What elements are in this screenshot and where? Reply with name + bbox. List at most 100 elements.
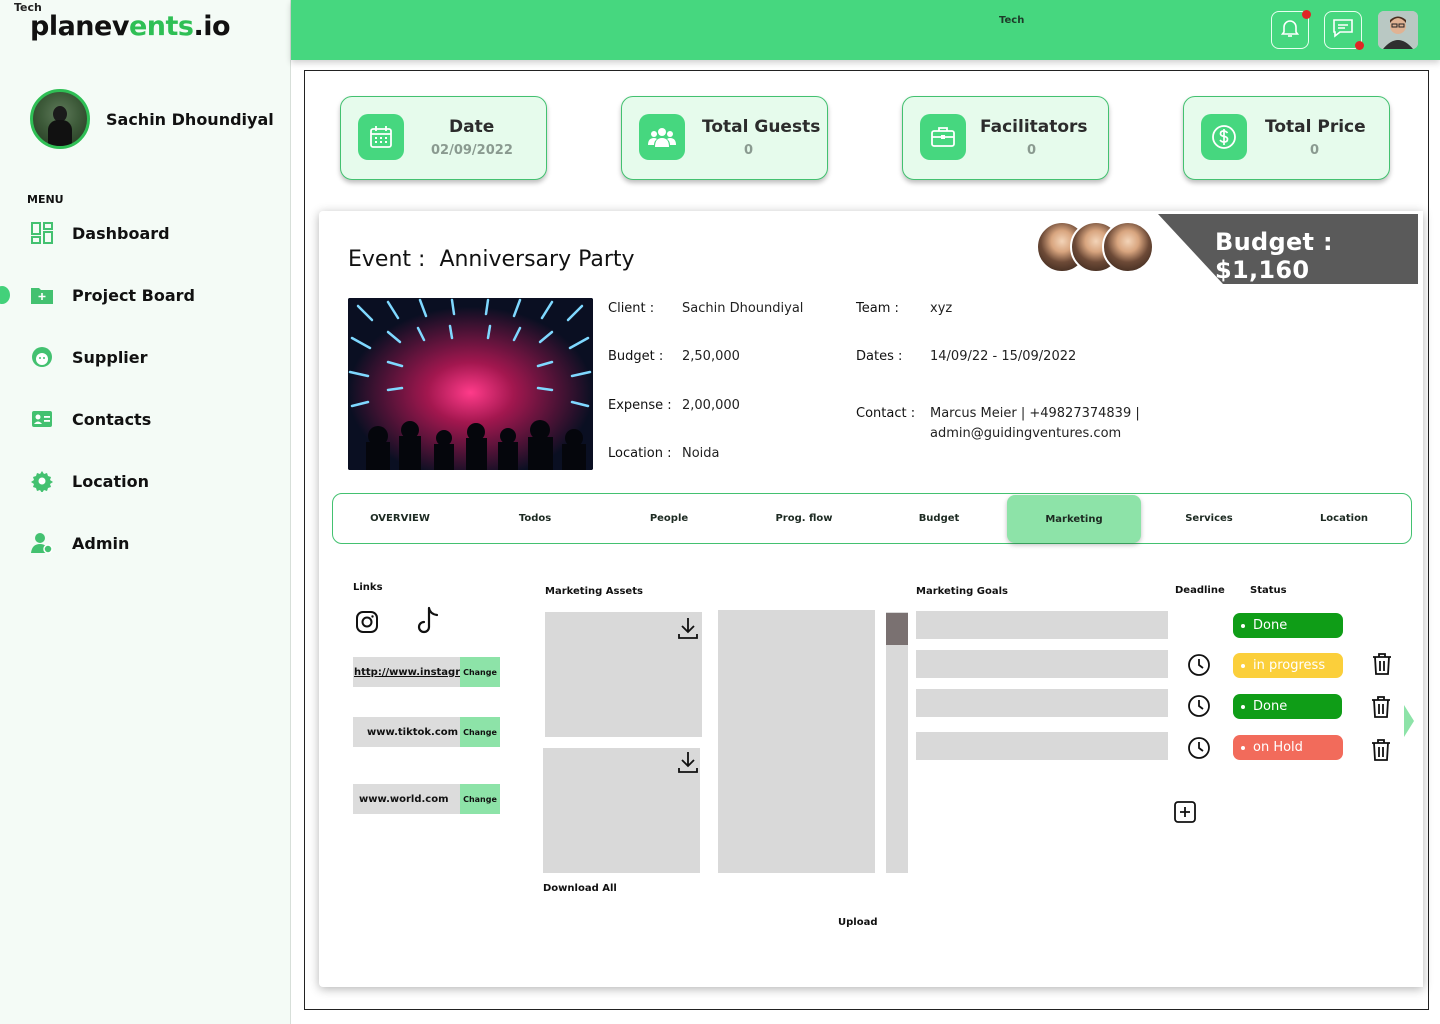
link-row-instagram: http://www.instagra Change: [353, 657, 500, 687]
team-label: Team :: [856, 301, 899, 316]
message-icon: [1332, 18, 1354, 42]
clock-icon[interactable]: [1186, 652, 1212, 678]
instagram-icon[interactable]: [354, 609, 380, 635]
dates-value: 14/09/22 - 15/09/2022: [930, 349, 1077, 364]
add-goal-button[interactable]: [1172, 799, 1197, 824]
sidebar-item-label: Supplier: [72, 347, 148, 367]
expense-value: 2,00,000: [682, 398, 740, 413]
contact-label: Contact :: [856, 406, 916, 421]
trash-icon[interactable]: [1370, 651, 1394, 677]
stat-title: Total Guests: [702, 117, 821, 137]
sidebar-item-supplier[interactable]: Supplier: [30, 343, 280, 371]
active-nav-marker: [0, 286, 10, 304]
sidebar-item-label: Contacts: [72, 409, 152, 429]
download-icon[interactable]: [676, 615, 700, 641]
contact-line-2: admin@guidingventures.com: [930, 426, 1122, 441]
link-url[interactable]: www.tiktok.com: [353, 717, 458, 747]
marketing-assets-label: Marketing Assets: [545, 586, 643, 597]
dates-label: Dates :: [856, 349, 903, 364]
trash-icon[interactable]: [1369, 737, 1393, 763]
expense-label: Expense :: [608, 398, 672, 413]
menu-title: MENU: [27, 193, 64, 206]
tab-prog-flow[interactable]: Prog. flow: [737, 494, 871, 542]
sidebar-item-location[interactable]: Location: [30, 467, 280, 495]
contact-card-icon: [30, 407, 54, 431]
tab-overview[interactable]: OVERVIEW: [333, 494, 467, 542]
team-member-avatar[interactable]: [1102, 221, 1154, 273]
stat-title: Facilitators: [980, 117, 1088, 137]
goal-input[interactable]: [916, 732, 1168, 760]
change-link-button[interactable]: Change: [460, 784, 500, 814]
sidebar-item-label: Location: [72, 471, 149, 491]
profile-avatar[interactable]: [30, 89, 90, 149]
goal-input[interactable]: [916, 689, 1168, 717]
sidebar-item-dashboard[interactable]: Dashboard: [30, 219, 280, 247]
link-url[interactable]: www.world.com: [353, 784, 449, 814]
stat-title: Total Price: [1265, 117, 1366, 137]
status-badge[interactable]: on Hold: [1233, 735, 1343, 760]
tab-services[interactable]: Services: [1142, 494, 1276, 542]
download-icon[interactable]: [676, 749, 700, 775]
sidebar-item-project-board[interactable]: Project Board: [30, 281, 280, 309]
stat-card-total-guests[interactable]: Total Guests 0: [621, 96, 828, 180]
sidebar-item-contacts[interactable]: Contacts: [30, 405, 280, 433]
status-badge[interactable]: Done: [1233, 694, 1342, 719]
stat-value: 0: [1027, 143, 1037, 158]
sidebar-item-label: Admin: [72, 533, 130, 553]
dollar-icon: [1201, 114, 1247, 160]
team-value: xyz: [930, 301, 953, 316]
upload-button[interactable]: Upload: [838, 917, 877, 928]
message-dot: [1355, 41, 1364, 50]
tab-budget[interactable]: Budget: [872, 494, 1006, 542]
stat-value: 0: [1310, 143, 1320, 158]
upload-dropzone[interactable]: [718, 610, 875, 873]
status-badge[interactable]: in progress: [1233, 653, 1343, 678]
stat-card-date[interactable]: Date 02/09/2022: [340, 96, 547, 180]
clock-icon[interactable]: [1186, 693, 1212, 719]
user-avatar[interactable]: [1378, 11, 1418, 49]
tab-todos[interactable]: Todos: [468, 494, 602, 542]
clock-icon[interactable]: [1186, 735, 1212, 761]
calendar-icon: [358, 114, 404, 160]
event-title: Event : Anniversary Party: [348, 247, 635, 272]
stat-card-total-price[interactable]: Total Price 0: [1183, 96, 1390, 180]
briefcase-icon: [920, 114, 966, 160]
goal-input[interactable]: [916, 611, 1168, 639]
notification-dot: [1302, 10, 1311, 19]
trash-icon[interactable]: [1369, 694, 1393, 720]
tiktok-icon[interactable]: [412, 605, 444, 639]
event-image: [348, 298, 593, 470]
marketing-goals-label: Marketing Goals: [916, 586, 1008, 597]
guests-icon: [639, 114, 685, 160]
brand-logo[interactable]: planevents.io: [30, 11, 231, 42]
top-bar: Tech: [291, 0, 1440, 60]
goal-input[interactable]: [916, 650, 1168, 678]
change-link-button[interactable]: Change: [460, 717, 500, 747]
scrollbar-track[interactable]: [886, 612, 908, 873]
tab-marketing[interactable]: Marketing: [1007, 495, 1141, 543]
contact-line-1: Marcus Meier | +49827374839 |: [930, 406, 1140, 421]
profile-name: Sachin Dhoundiyal: [106, 110, 274, 129]
dashboard-icon: [30, 221, 54, 245]
budget-field-value: 2,50,000: [682, 349, 740, 364]
next-arrow-icon[interactable]: [1402, 703, 1416, 739]
status-badge[interactable]: Done: [1233, 613, 1343, 638]
top-bar-title: Tech: [999, 15, 1025, 26]
scrollbar-thumb[interactable]: [886, 613, 908, 645]
gear-location-icon: [30, 469, 54, 493]
link-row-tiktok: www.tiktok.com Change: [353, 717, 500, 747]
location-label: Location :: [608, 446, 672, 461]
budget-total: Budget : $1,160: [1215, 228, 1333, 284]
tab-location[interactable]: Location: [1277, 494, 1411, 542]
team-avatars[interactable]: [1036, 221, 1154, 273]
sidebar-item-admin[interactable]: Admin: [30, 529, 280, 557]
change-link-button[interactable]: Change: [460, 657, 500, 687]
location-value: Noida: [682, 446, 720, 461]
stat-card-facilitators[interactable]: Facilitators 0: [902, 96, 1109, 180]
stat-value: 02/09/2022: [431, 143, 513, 158]
link-url[interactable]: http://www.instagra: [353, 657, 460, 687]
sidebar-item-label: Dashboard: [72, 223, 170, 243]
status-label: Status: [1250, 585, 1287, 596]
tab-people[interactable]: People: [602, 494, 736, 542]
download-all-button[interactable]: Download All: [543, 883, 617, 894]
